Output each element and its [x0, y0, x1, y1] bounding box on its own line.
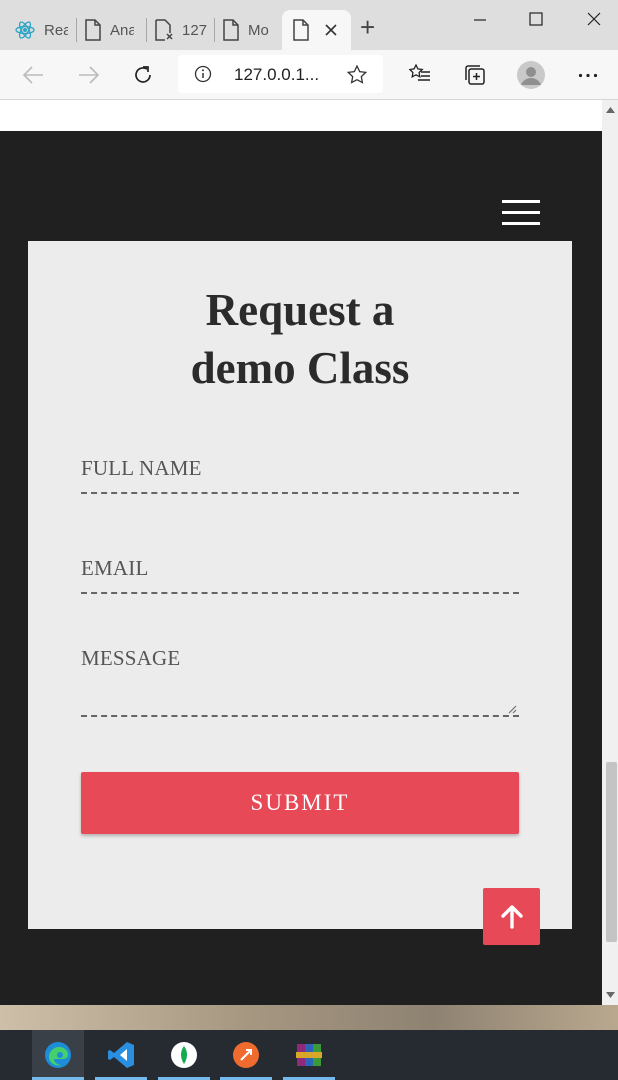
- forward-icon[interactable]: [78, 65, 100, 85]
- browser-toolbar: 127.0.0.1...: [0, 50, 618, 100]
- scrollbar-thumb[interactable]: [606, 762, 617, 942]
- scroll-up-arrow-icon[interactable]: [606, 107, 615, 113]
- page-error-icon: [155, 19, 173, 41]
- new-tab-button[interactable]: +: [360, 14, 375, 40]
- taskbar-desktop-app[interactable]: [0, 1030, 16, 1080]
- form-title-line2: demo Class: [190, 343, 410, 393]
- vscode-icon: [108, 1042, 134, 1068]
- collections-icon[interactable]: [464, 64, 486, 86]
- tab-127[interactable]: 127: [154, 10, 212, 50]
- submit-label: SUBMIT: [250, 790, 350, 815]
- maximize-icon[interactable]: [529, 12, 543, 26]
- tab-mo[interactable]: Mo: [222, 10, 278, 50]
- minimize-icon[interactable]: [473, 13, 487, 27]
- taskbar: [0, 1030, 618, 1080]
- email-field[interactable]: EMAIL: [81, 556, 519, 596]
- tab-label: Rea: [44, 21, 68, 39]
- full-name-field[interactable]: FULL NAME: [81, 456, 519, 496]
- page-scrollbar[interactable]: [602, 100, 618, 1005]
- tab-react[interactable]: Rea: [14, 10, 74, 50]
- email-placeholder: EMAIL: [81, 556, 149, 580]
- info-icon[interactable]: [194, 65, 212, 83]
- tab-label: Mo: [248, 21, 269, 39]
- winrar-icon: [296, 1044, 322, 1066]
- tab-label: Ana: [110, 21, 134, 39]
- scroll-to-top-button[interactable]: [483, 888, 540, 945]
- back-icon[interactable]: [22, 65, 44, 85]
- taskbar-winrar[interactable]: [283, 1030, 335, 1080]
- edge-icon: [45, 1042, 71, 1068]
- url-text: 127.0.0.1...: [234, 65, 320, 84]
- address-bar[interactable]: 127.0.0.1...: [178, 55, 383, 93]
- react-icon: [15, 21, 35, 39]
- full-name-placeholder: FULL NAME: [81, 456, 202, 480]
- close-window-icon[interactable]: [587, 12, 601, 26]
- close-tab-icon[interactable]: [325, 24, 337, 36]
- scroll-down-arrow-icon[interactable]: [606, 992, 615, 998]
- desktop-app-icon: [0, 1043, 2, 1067]
- hamburger-menu-icon[interactable]: [502, 200, 540, 226]
- postman-icon: [233, 1042, 259, 1068]
- taskbar-edge[interactable]: [32, 1030, 84, 1080]
- tab-active[interactable]: [282, 10, 351, 50]
- page-icon: [223, 19, 239, 41]
- taskbar-postman[interactable]: [220, 1030, 272, 1080]
- message-placeholder: MESSAGE: [81, 646, 181, 670]
- tab-label: 127: [182, 21, 208, 39]
- mongodb-compass-icon: [171, 1042, 197, 1068]
- favorite-star-icon[interactable]: [347, 65, 367, 84]
- arrow-up-icon: [500, 904, 523, 929]
- desktop-wallpaper: [0, 1005, 618, 1030]
- taskbar-mongodb-compass[interactable]: [158, 1030, 210, 1080]
- page-icon: [85, 19, 101, 41]
- taskbar-vscode[interactable]: [95, 1030, 147, 1080]
- more-options-icon[interactable]: [578, 73, 598, 78]
- page-icon: [293, 19, 309, 41]
- resize-grip-icon[interactable]: [507, 704, 517, 714]
- page-viewport: Request a demo Class FULL NAME EMAIL MES…: [0, 100, 618, 1005]
- favorites-icon[interactable]: [409, 64, 431, 84]
- form-title-line1: Request a: [205, 285, 395, 335]
- submit-button[interactable]: SUBMIT: [81, 772, 519, 834]
- refresh-icon[interactable]: [132, 64, 154, 86]
- message-field[interactable]: MESSAGE: [81, 646, 519, 718]
- tab-ana[interactable]: Ana: [84, 10, 142, 50]
- profile-avatar-icon[interactable]: [516, 60, 546, 90]
- form-title: Request a demo Class: [28, 281, 572, 397]
- browser-tab-bar: Rea Ana 127 Mo +: [0, 0, 618, 50]
- demo-request-form: Request a demo Class FULL NAME EMAIL MES…: [28, 241, 572, 929]
